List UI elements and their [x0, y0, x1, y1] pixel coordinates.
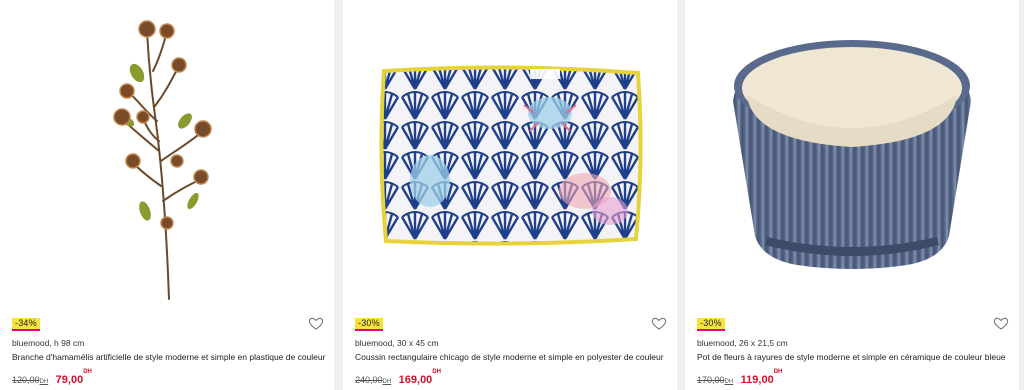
product-brand-size: bluemood, 30 x 45 cm	[355, 338, 439, 348]
product-brand-size: bluemood, 26 x 21,5 cm	[697, 338, 788, 348]
original-price: 170,00DH	[697, 375, 734, 385]
discount-badge: -34%	[12, 318, 40, 331]
sale-price: 169,00DH	[398, 369, 441, 386]
product-image[interactable]	[343, 0, 677, 312]
price-block: 170,00DH 119,00DH	[697, 369, 783, 388]
cushion-image	[379, 65, 643, 246]
product-grid: -34% bluemood, h 98 cm Branche d'hamamél…	[0, 0, 1024, 390]
discount-badge: -30%	[697, 318, 725, 331]
witch-hazel-branch-image	[113, 20, 212, 300]
product-title[interactable]: Coussin rectangulaire chicago de style m…	[355, 352, 673, 362]
original-price-currency: DH	[724, 379, 734, 385]
product-card[interactable]: -34% bluemood, h 98 cm Branche d'hamamél…	[0, 0, 334, 390]
original-price: 120,00DH	[12, 375, 49, 385]
price-block: 240,00DH 169,00DH	[355, 369, 441, 388]
original-price-currency: DH	[39, 379, 49, 385]
product-brand-size: bluemood, h 98 cm	[12, 338, 85, 348]
original-price: 240,00DH	[355, 375, 392, 385]
product-image[interactable]	[0, 0, 334, 312]
sale-price-currency: DH	[432, 369, 441, 375]
product-image[interactable]	[685, 0, 1019, 312]
sale-price: 79,00DH	[55, 369, 92, 386]
heart-icon[interactable]	[993, 315, 1009, 331]
sale-price: 119,00DH	[740, 369, 783, 386]
heart-icon[interactable]	[308, 315, 324, 331]
product-title[interactable]: Pot de fleurs à rayures de style moderne…	[697, 352, 1015, 362]
product-title[interactable]: Branche d'hamamélis artificielle de styl…	[12, 352, 330, 362]
heart-icon[interactable]	[651, 315, 667, 331]
price-block: 120,00DH 79,00DH	[12, 369, 92, 388]
flower-pot-image	[733, 40, 971, 269]
product-card[interactable]: -30% bluemood, 30 x 45 cm Coussin rectan…	[343, 0, 677, 390]
product-card[interactable]: -30% bluemood, 26 x 21,5 cm Pot de fleur…	[685, 0, 1019, 390]
sale-price-currency: DH	[83, 369, 92, 375]
original-price-currency: DH	[382, 379, 392, 385]
discount-badge: -30%	[355, 318, 383, 331]
sale-price-currency: DH	[773, 369, 783, 375]
